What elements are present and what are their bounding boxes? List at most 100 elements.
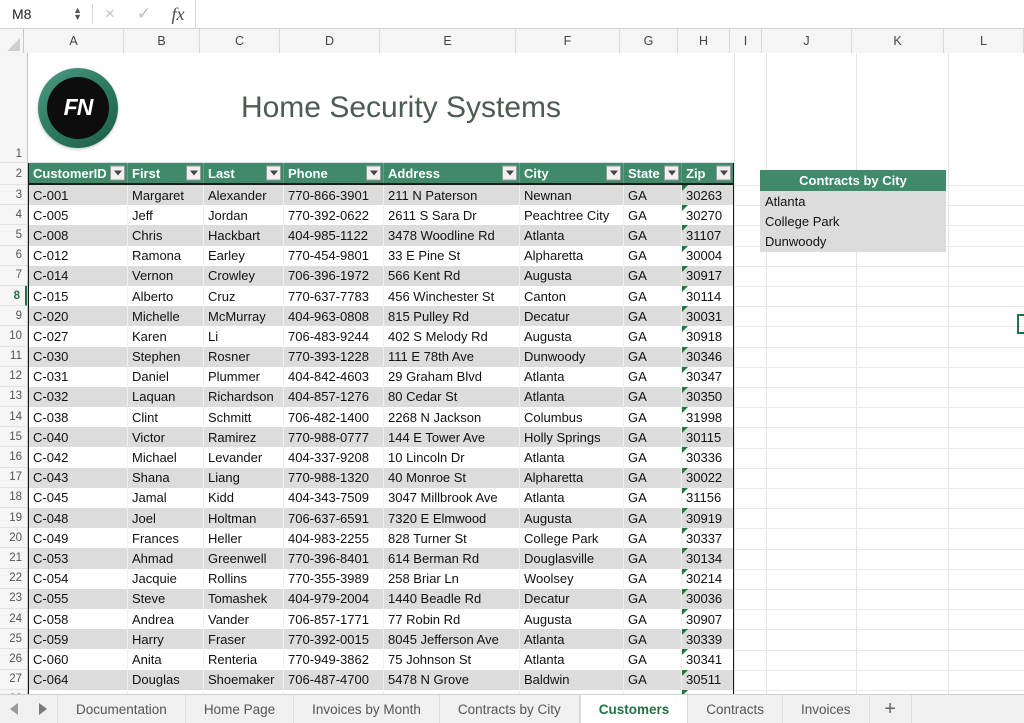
row-header-8[interactable]: 8 [0,285,27,307]
table-row[interactable]: C-045 Jamal Kidd 404-343-7509 3047 Millbrook… [28,487,734,508]
cell-address[interactable]: 566 Kent Rd [384,265,520,286]
table-header-phone[interactable]: Phone [284,163,384,183]
table-row[interactable]: C-065 Raymond Ringdahl 770-393-0403 24 Samue… [28,689,734,694]
cell-first[interactable]: Chris [128,225,204,246]
cell-phone[interactable]: 404-842-4603 [284,366,384,387]
cell-last[interactable]: Vander [204,608,284,630]
confirm-entry-button[interactable]: ✓ [127,0,161,28]
cell-address[interactable]: 10 Lincoln Dr [384,447,520,468]
cell-address[interactable]: 211 N Paterson [384,185,520,206]
cell-city[interactable]: Holly Springs [520,427,624,448]
cell-last[interactable]: Rosner [204,346,284,367]
cell-first[interactable]: Michelle [128,306,204,327]
cell-phone[interactable]: 770-392-0622 [284,205,384,226]
cell-zip[interactable]: 30036 [682,588,734,609]
cell-state[interactable]: GA [624,185,682,206]
cell-city[interactable]: Alpharetta [520,467,624,488]
cell-state[interactable]: GA [624,568,682,589]
cell-customerid[interactable]: C-012 [28,245,128,266]
table-row[interactable]: C-043 Shana Liang 770-988-1320 40 Monroe St A… [28,467,734,488]
filter-dropdown-icon-zip[interactable] [716,165,731,181]
table-header-address[interactable]: Address [384,163,520,183]
row-header-16[interactable]: 16 [0,447,27,468]
column-header-g[interactable]: G [620,29,678,53]
cell-customerid[interactable]: C-042 [28,447,128,468]
cell-last[interactable]: Ramirez [204,427,284,448]
cell-phone[interactable]: 706-482-1400 [284,407,384,428]
cell-city[interactable]: Decatur [520,306,624,327]
row-header-4[interactable]: 4 [0,205,27,226]
cell-first[interactable]: Jacquie [128,568,204,589]
table-row[interactable]: C-032 Laquan Richardson 404-857-1276 80 Ceda… [28,386,734,408]
cell-zip[interactable]: 31107 [682,225,734,246]
filter-dropdown-icon-state[interactable] [664,165,679,181]
cell-address[interactable]: 111 E 78th Ave [384,346,520,367]
row-header-15[interactable]: 15 [0,427,27,448]
table-header-state[interactable]: State [624,163,682,183]
table-row[interactable]: C-030 Stephen Rosner 770-393-1228 111 E 78th… [28,346,734,367]
cell-phone[interactable]: 706-483-9244 [284,326,384,347]
cell-first[interactable]: Douglas [128,669,204,690]
cell-address[interactable]: 24 Samuel St [384,689,520,694]
table-row[interactable]: C-038 Clint Schmitt 706-482-1400 2268 N Jack… [28,407,734,428]
contracts-city-item[interactable]: Atlanta [760,191,946,212]
table-row[interactable]: C-042 Michael Levander 404-337-9208 10 Linco… [28,447,734,468]
table-row[interactable]: C-031 Daniel Plummer 404-842-4603 29 Graham … [28,366,734,387]
cell-last[interactable]: Holtman [204,508,284,529]
sheet-tab-contracts[interactable]: Contracts [688,695,784,723]
cell-phone[interactable]: 770-393-1228 [284,346,384,367]
cell-customerid[interactable]: C-055 [28,588,128,609]
cell-phone[interactable]: 770-355-3989 [284,568,384,589]
cell-address[interactable]: 3478 Woodline Rd [384,225,520,246]
cell-city[interactable]: Augusta [520,608,624,630]
table-row[interactable]: C-060 Anita Renteria 770-949-3862 75 Johnson… [28,649,734,670]
cell-state[interactable]: GA [624,447,682,468]
cell-address[interactable]: 75 Johnson St [384,649,520,670]
cell-city[interactable]: Alpharetta [520,245,624,266]
cell-address[interactable]: 2268 N Jackson [384,407,520,428]
cell-address[interactable]: 7320 E Elmwood [384,508,520,529]
cell-customerid[interactable]: C-049 [28,528,128,549]
cell-phone[interactable]: 770-392-0015 [284,629,384,650]
row-header-22[interactable]: 22 [0,568,27,589]
cell-phone[interactable]: 404-985-1122 [284,225,384,246]
next-sheet-icon[interactable] [38,703,47,715]
cell-state[interactable]: GA [624,386,682,408]
table-header-first[interactable]: First [128,163,204,183]
cancel-entry-button[interactable]: × [93,0,127,28]
cell-city[interactable]: Dunwoody [520,346,624,367]
table-row[interactable]: C-012 Ramona Earley 770-454-9801 33 E Pine S… [28,245,734,266]
cell-state[interactable]: GA [624,346,682,367]
cell-first[interactable]: Clint [128,407,204,428]
cell-first[interactable]: Frances [128,528,204,549]
filter-dropdown-icon-city[interactable] [606,165,621,181]
cell-address[interactable]: 402 S Melody Rd [384,326,520,347]
table-row[interactable]: C-015 Alberto Cruz 770-637-7783 456 Winchest… [28,285,734,307]
cell-state[interactable]: GA [624,427,682,448]
cell-state[interactable]: GA [624,225,682,246]
cell-last[interactable]: Liang [204,467,284,488]
table-row[interactable]: C-040 Victor Ramirez 770-988-0777 144 E Towe… [28,427,734,448]
cell-zip[interactable]: 30907 [682,608,734,630]
filter-dropdown-icon-address[interactable] [502,165,517,181]
cell-zip[interactable]: 30337 [682,528,734,549]
cell-address[interactable]: 29 Graham Blvd [384,366,520,387]
row-header-12[interactable]: 12 [0,366,27,387]
cell-state[interactable]: GA [624,265,682,286]
cell-state[interactable]: GA [624,669,682,690]
cell-first[interactable]: Shana [128,467,204,488]
cell-customerid[interactable]: C-038 [28,407,128,428]
cell-city[interactable]: Augusta [520,326,624,347]
cell-state[interactable]: GA [624,487,682,508]
sheet-tab-documentation[interactable]: Documentation [58,695,186,723]
table-row[interactable]: C-064 Douglas Shoemaker 706-487-4700 5478 N … [28,669,734,690]
cell-address[interactable]: 5478 N Grove [384,669,520,690]
cell-zip[interactable]: 30350 [682,386,734,408]
cell-zip[interactable]: 31156 [682,487,734,508]
row-header-3[interactable]: 3 [0,185,27,206]
row-header-17[interactable]: 17 [0,467,27,488]
cell-address[interactable]: 8045 Jefferson Ave [384,629,520,650]
cell-last[interactable]: Plummer [204,366,284,387]
cell-state[interactable]: GA [624,548,682,569]
cell-last[interactable]: McMurray [204,306,284,327]
